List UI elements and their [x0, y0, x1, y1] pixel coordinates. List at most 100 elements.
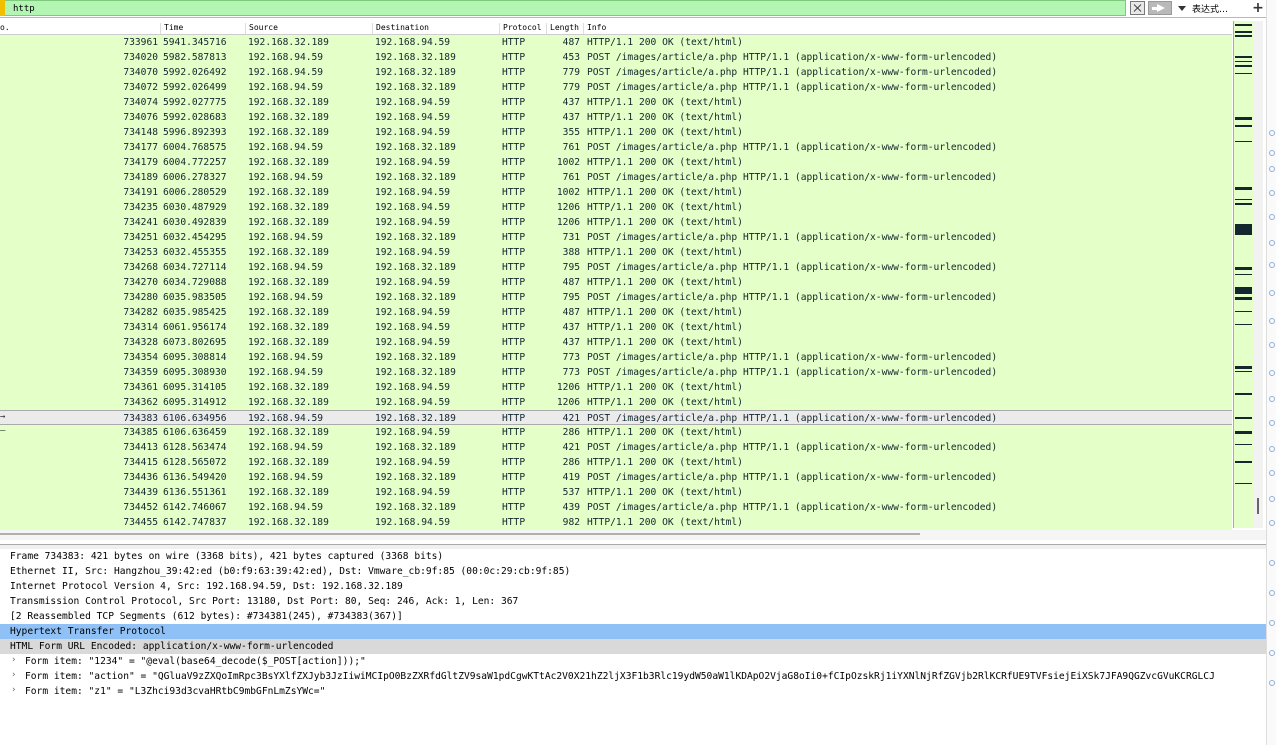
packet-number: 734385 [123, 427, 158, 438]
packet-time: 6095.314105 [163, 382, 227, 393]
packet-length: 355 [562, 127, 580, 138]
packet-length: 1002 [556, 187, 580, 198]
packet-row[interactable]: 734361 6095.314105 192.168.32.189 192.168.9… [0, 380, 1232, 395]
packet-row[interactable]: 734362 6095.314912 192.168.32.189 192.168.9… [0, 395, 1232, 410]
packet-row[interactable]: 734280 6035.983505 192.168.94.59 192.168.32… [0, 290, 1232, 305]
packet-row[interactable]: 734328 6073.802695 192.168.32.189 192.168.9… [0, 335, 1232, 350]
packet-row[interactable]: 734436 6136.549420 192.168.94.59 192.168.32… [0, 470, 1232, 485]
packet-number: 734072 [123, 82, 158, 93]
packet-row[interactable]: 734270 6034.729088 192.168.32.189 192.168.9… [0, 275, 1232, 290]
packet-row[interactable]: 734413 6128.563474 192.168.94.59 192.168.32… [0, 440, 1232, 455]
detail-tree-row[interactable]: Frame 734383: 421 bytes on wire (3368 bi… [0, 549, 1266, 564]
detail-tree-row[interactable]: Internet Protocol Version 4, Src: 192.16… [0, 579, 1266, 594]
chevron-right-icon[interactable]: › [12, 655, 16, 665]
detail-tree-row[interactable]: [2 Reassembled TCP Segments (612 bytes):… [0, 609, 1266, 624]
packet-length: 437 [562, 97, 580, 108]
packet-source: 192.168.32.189 [248, 322, 329, 333]
packet-row[interactable]: 734452 6142.746067 192.168.94.59 192.168.32… [0, 500, 1232, 515]
add-filter-button[interactable]: + [1249, 1, 1267, 16]
bookmark-flag-icon[interactable] [0, 0, 5, 16]
packet-row[interactable]: 734148 5996.892393 192.168.32.189 192.168.9… [0, 125, 1232, 140]
detail-tree-row[interactable]: HTML Form URL Encoded: application/x-www… [0, 639, 1266, 654]
form-item-row[interactable]: › Form item: "1234" = "@eval(base64_decod… [0, 654, 1266, 669]
packet-time: 6006.280529 [163, 187, 227, 198]
packet-info: POST /images/article/a.php HTTP/1.1 (app… [587, 142, 998, 153]
chevron-right-icon[interactable]: › [12, 685, 16, 695]
packet-row[interactable]: 734179 6004.772257 192.168.32.189 192.168.9… [0, 155, 1232, 170]
packet-row[interactable]: 734282 6035.985425 192.168.32.189 192.168.9… [0, 305, 1232, 320]
detail-tree-row[interactable]: Hypertext Transfer Protocol [0, 624, 1266, 639]
packet-row[interactable]: 734072 5992.026499 192.168.94.59 192.168.32… [0, 80, 1232, 95]
packet-source: 192.168.32.189 [248, 337, 329, 348]
packet-row[interactable]: 734455 6142.747837 192.168.32.189 192.168.9… [0, 515, 1232, 530]
packet-number: 734074 [123, 97, 158, 108]
display-filter-input[interactable]: http [0, 0, 1126, 16]
apply-arrow-icon[interactable] [1148, 1, 1172, 15]
packet-row[interactable]: 734241 6030.492839 192.168.32.189 192.168.9… [0, 215, 1232, 230]
packet-info: POST /images/article/a.php HTTP/1.1 (app… [587, 82, 998, 93]
column-header-time[interactable]: Time [160, 23, 245, 34]
column-header-source[interactable]: Source [245, 23, 372, 34]
packet-time: 6095.308814 [163, 352, 227, 363]
packet-length: 487 [562, 37, 580, 48]
clear-filter-icon[interactable] [1130, 1, 1145, 15]
column-header-info[interactable]: Info [583, 23, 1232, 34]
packet-protocol: HTTP [502, 37, 526, 48]
packet-length: 1206 [556, 382, 580, 393]
packet-row-selected[interactable]: → 734383 6106.634956 192.168.94.59 192.168.3… [0, 410, 1232, 425]
packet-number: 734314 [123, 322, 158, 333]
detail-tree-row[interactable]: Transmission Control Protocol, Src Port:… [0, 594, 1266, 609]
packet-time: 6136.551361 [163, 487, 227, 498]
packet-destination: 192.168.94.59 [375, 397, 451, 408]
packet-list-hscrollbar[interactable] [0, 530, 1266, 540]
packet-info: HTTP/1.1 200 OK (text/html) [587, 382, 743, 393]
packet-row[interactable]: 734191 6006.280529 192.168.32.189 192.168.9… [0, 185, 1232, 200]
packet-row[interactable]: 734076 5992.028683 192.168.32.189 192.168.9… [0, 110, 1232, 125]
packet-row[interactable]: 734439 6136.551361 192.168.32.189 192.168.9… [0, 485, 1232, 500]
packet-number: 734148 [123, 127, 158, 138]
packet-row[interactable]: 734268 6034.727114 192.168.94.59 192.168.32… [0, 260, 1232, 275]
side-panel-strip [1266, 0, 1276, 745]
column-header-protocol[interactable]: Protocol [499, 23, 546, 34]
chevron-down-icon[interactable] [1174, 1, 1189, 15]
packet-row[interactable]: 734189 6006.278327 192.168.94.59 192.168.32… [0, 170, 1232, 185]
form-item-row[interactable]: › Form item: "action" = "QGluaV9zZXQoImRp… [0, 669, 1266, 684]
packet-row[interactable]: 734314 6061.956174 192.168.32.189 192.168.9… [0, 320, 1232, 335]
column-header-no[interactable]: o. [0, 23, 160, 34]
form-item-row[interactable]: › Form item: "z1" = "L3Zhci93d3cvaHRtbC9m… [0, 684, 1266, 699]
packet-row[interactable]: —734385 6106.636459 192.168.32.189 192.168.… [0, 425, 1232, 440]
packet-protocol: HTTP [502, 142, 526, 153]
packet-number: 734177 [123, 142, 158, 153]
packet-source: 192.168.32.189 [248, 217, 329, 228]
packet-row[interactable]: 733961 5941.345716 192.168.32.189 192.168.9… [0, 35, 1232, 50]
packet-row[interactable]: 734415 6128.565072 192.168.32.189 192.168.9… [0, 455, 1232, 470]
packet-source: 192.168.94.59 [248, 472, 324, 483]
packet-number: 734383 [123, 413, 158, 424]
packet-row[interactable]: 734359 6095.308930 192.168.94.59 192.168.32… [0, 365, 1232, 380]
chevron-right-icon[interactable]: › [12, 670, 16, 680]
packet-minimap[interactable] [1233, 21, 1253, 528]
packet-protocol: HTTP [502, 442, 526, 453]
packet-info: POST /images/article/a.php HTTP/1.1 (app… [587, 232, 998, 243]
packet-length: 487 [562, 277, 580, 288]
packet-row[interactable]: 734235 6030.487929 192.168.32.189 192.168.9… [0, 200, 1232, 215]
packet-row[interactable]: 734070 5992.026492 192.168.94.59 192.168.32… [0, 65, 1232, 80]
packet-row[interactable]: 734251 6032.454295 192.168.94.59 192.168.32… [0, 230, 1232, 245]
packet-protocol: HTTP [502, 67, 526, 78]
column-header-destination[interactable]: Destination [372, 23, 499, 34]
packet-row[interactable]: 734253 6032.455355 192.168.32.189 192.168.9… [0, 245, 1232, 260]
packet-info: HTTP/1.1 200 OK (text/html) [587, 202, 743, 213]
detail-tree-row[interactable]: Ethernet II, Src: Hangzhou_39:42:ed (b0:… [0, 564, 1266, 579]
packet-list-scrollbar[interactable] [1253, 21, 1263, 528]
packet-number: 734361 [123, 382, 158, 393]
packet-info: POST /images/article/a.php HTTP/1.1 (app… [587, 52, 998, 63]
packet-source: 192.168.94.59 [248, 502, 324, 513]
packet-row[interactable]: 734177 6004.768575 192.168.94.59 192.168.32… [0, 140, 1232, 155]
packet-row[interactable]: 734074 5992.027775 192.168.32.189 192.168.9… [0, 95, 1232, 110]
column-header-length[interactable]: Length [546, 23, 583, 34]
expression-button[interactable]: 表达式… [1192, 2, 1242, 15]
packet-row[interactable]: 734020 5982.587813 192.168.94.59 192.168.32… [0, 50, 1232, 65]
packet-source: 192.168.94.59 [248, 142, 324, 153]
packet-row[interactable]: 734354 6095.308814 192.168.94.59 192.168.32… [0, 350, 1232, 365]
packet-protocol: HTTP [502, 187, 526, 198]
